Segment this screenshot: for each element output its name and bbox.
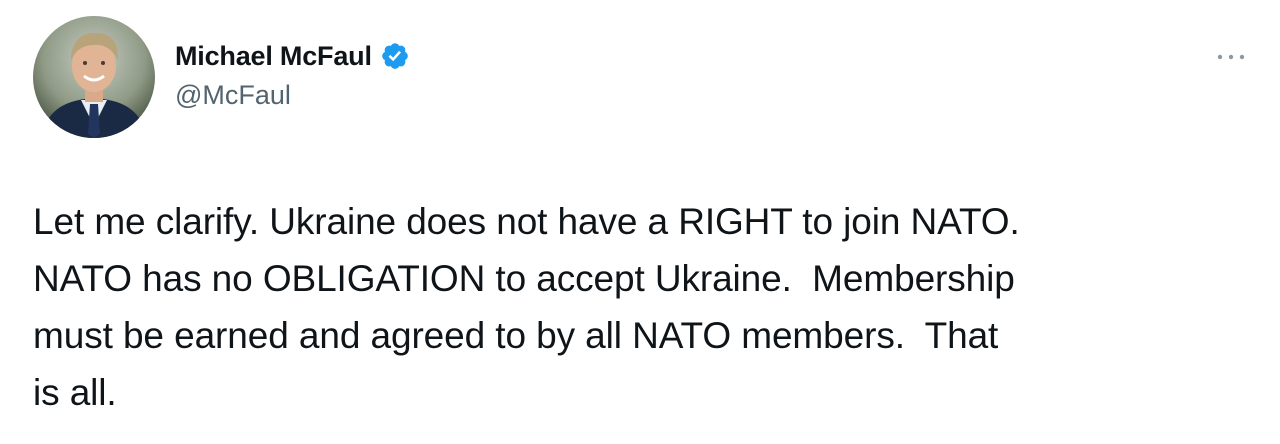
author-display-name[interactable]: Michael McFaul xyxy=(175,41,372,72)
author-handle[interactable]: @McFaul xyxy=(175,80,410,111)
avatar-photo-icon xyxy=(33,16,155,138)
more-options-icon xyxy=(1217,54,1245,60)
tweet-card: Michael McFaul @McFaul Let me clarify. U… xyxy=(0,0,1280,444)
tweet-text: Let me clarify. Ukraine does not have a … xyxy=(33,201,1020,413)
name-row: Michael McFaul xyxy=(175,38,410,74)
verified-badge-icon xyxy=(380,41,410,71)
author-header: Michael McFaul @McFaul xyxy=(175,38,410,111)
author-avatar[interactable] xyxy=(33,16,155,138)
more-options-button[interactable] xyxy=(1213,46,1249,68)
